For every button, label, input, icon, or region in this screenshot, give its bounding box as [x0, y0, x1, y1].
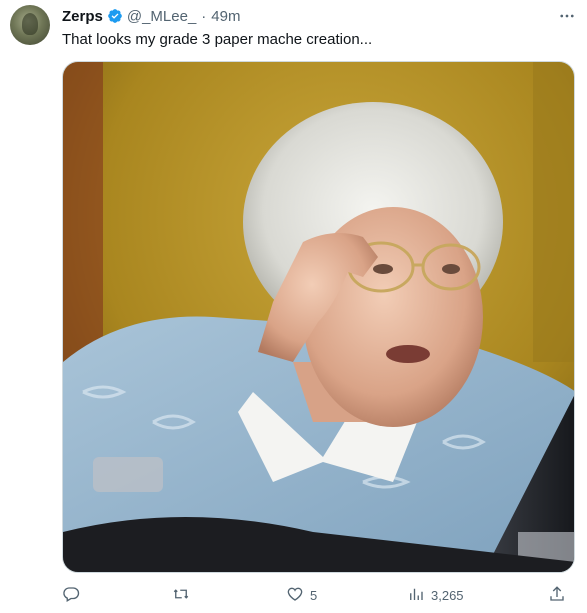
reply-button[interactable]: [62, 584, 86, 606]
tweet-text: That looks my grade 3 paper mache creati…: [62, 31, 373, 48]
elderly-woman-at-laptop-photo: [63, 62, 574, 572]
retweet-icon: [172, 585, 190, 606]
timestamp[interactable]: 49m: [211, 8, 240, 25]
share-button[interactable]: [548, 584, 566, 606]
separator-dot: ·: [201, 7, 207, 25]
like-count: 5: [310, 587, 318, 603]
tweet-header: Zerps @_MLee_ · 49m: [62, 6, 240, 26]
avatar[interactable]: [10, 5, 50, 45]
tweet[interactable]: Zerps @_MLee_ · 49m That looks my grade …: [0, 0, 587, 613]
tweet-actions: 5 3,265: [62, 584, 575, 606]
more-horizontal-icon[interactable]: [555, 8, 579, 24]
share-icon: [548, 585, 566, 606]
reply-icon: [62, 585, 80, 606]
author-handle[interactable]: @_MLee_: [127, 8, 196, 25]
views-button[interactable]: 3,265: [407, 584, 464, 606]
verified-badge-icon: [107, 8, 123, 24]
tweet-image[interactable]: [62, 61, 575, 573]
like-button[interactable]: 5: [286, 584, 317, 606]
views-count: 3,265: [431, 587, 464, 603]
heart-icon: [286, 585, 304, 606]
author-name[interactable]: Zerps: [62, 8, 103, 25]
views-bar-chart-icon: [407, 585, 425, 606]
retweet-button[interactable]: [172, 584, 196, 606]
